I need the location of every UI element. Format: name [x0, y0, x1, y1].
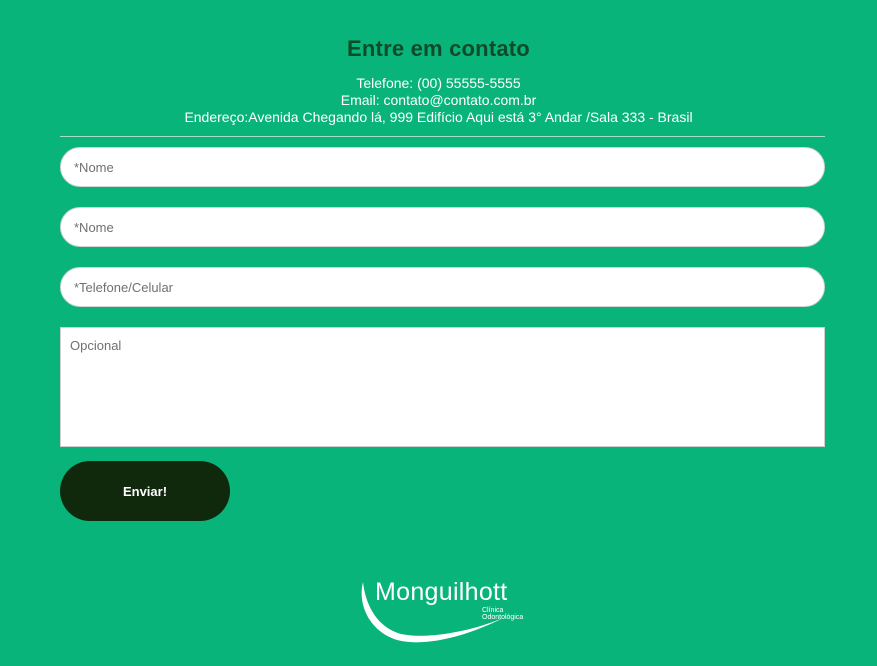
header-divider — [60, 136, 825, 137]
logo-tagline: Clínica Odontológica — [482, 607, 524, 621]
contact-address: Endereço:Avenida Chegando lá, 999 Edifíc… — [184, 109, 693, 125]
name-field[interactable] — [60, 147, 825, 187]
name-field-2[interactable] — [60, 207, 825, 247]
message-textarea[interactable] — [60, 327, 825, 447]
phone-field[interactable] — [60, 267, 825, 307]
clinic-logo: Monguilhott Clínica Odontológica — [357, 576, 532, 646]
contact-page: Entre em contato Telefone: (00) 55555-55… — [0, 0, 877, 666]
page-title: Entre em contato — [347, 36, 530, 61]
contact-email: Email: contato@contato.com.br — [340, 92, 537, 108]
contact-phone: Telefone: (00) 55555-5555 — [356, 75, 521, 91]
submit-button[interactable]: Enviar! — [60, 461, 230, 521]
logo-name: Monguilhott — [375, 578, 508, 606]
